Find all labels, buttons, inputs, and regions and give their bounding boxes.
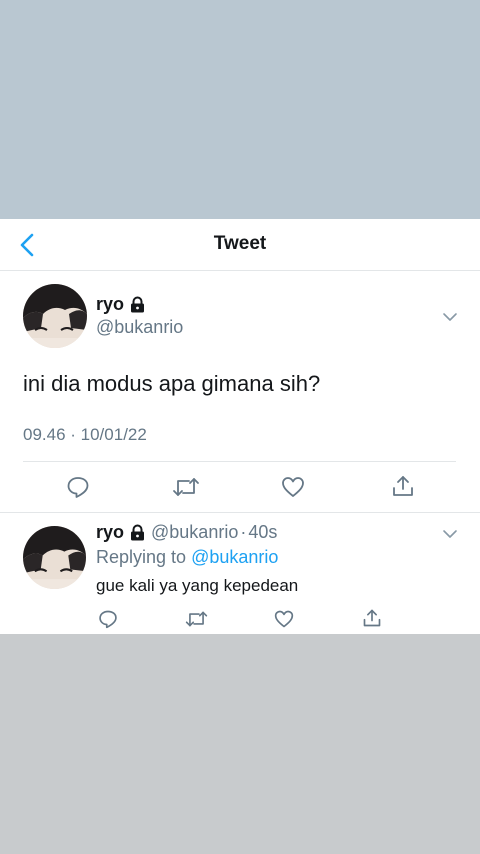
tweet-timestamp[interactable]: 09.46 · 10/01/22 <box>23 425 147 445</box>
replying-to-label: Replying to <box>96 547 187 567</box>
divider <box>0 512 480 513</box>
chevron-down-icon[interactable] <box>441 527 459 539</box>
avatar[interactable] <box>23 526 86 589</box>
replying-to-link[interactable]: @bukanrio <box>191 547 278 567</box>
author-name: ryo <box>96 294 125 314</box>
like-icon[interactable] <box>274 609 294 629</box>
lock-icon <box>130 296 145 313</box>
author-handle[interactable]: @bukanrio <box>96 317 183 338</box>
divider <box>23 461 456 462</box>
retweet-icon[interactable] <box>185 609 208 629</box>
chevron-down-icon[interactable] <box>441 310 459 322</box>
reply-timestamp[interactable]: 40s <box>248 522 277 543</box>
reply-text: gue kali ya yang kepedean <box>96 576 299 595</box>
share-icon[interactable] <box>362 608 382 628</box>
share-icon[interactable] <box>391 474 415 498</box>
page-title: Tweet <box>213 233 267 254</box>
author-name-row[interactable]: ryo <box>96 294 145 315</box>
reply-icon[interactable] <box>66 475 90 499</box>
avatar[interactable] <box>23 284 87 348</box>
like-icon[interactable] <box>281 475 305 499</box>
reply-icon[interactable] <box>98 609 118 629</box>
navigation-bar: Tweet <box>0 219 480 271</box>
bottom-background <box>0 634 480 854</box>
lock-icon <box>130 524 145 541</box>
reply-author-name[interactable]: ryo <box>96 522 124 543</box>
retweet-icon[interactable] <box>172 475 200 499</box>
tweet-text: ini dia modus apa gimana sih? <box>23 371 321 396</box>
reply-header: ryo @bukanrio · 40s <box>96 522 277 543</box>
reply-author-handle[interactable]: @bukanrio <box>151 522 238 543</box>
top-background <box>0 0 480 219</box>
replying-to: Replying to @bukanrio <box>96 547 278 568</box>
tweet-screen: Tweet ryo @bukanrio ini dia modus apa gi… <box>0 219 480 634</box>
separator-dot: · <box>240 522 247 542</box>
